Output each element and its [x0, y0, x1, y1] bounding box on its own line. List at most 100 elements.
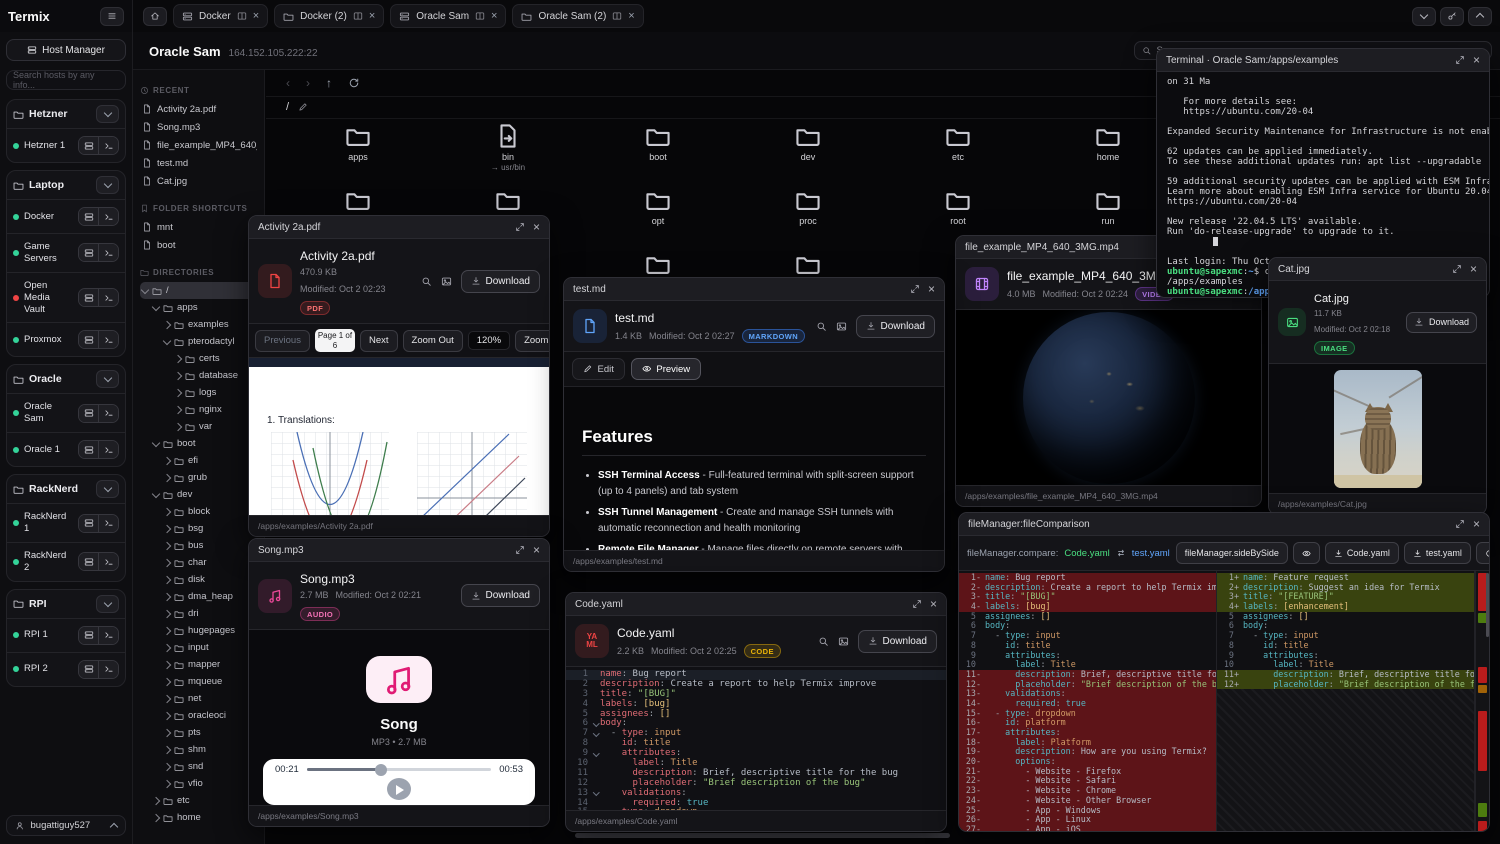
expand-icon[interactable]	[515, 545, 525, 555]
pdf-window-titlebar[interactable]: Activity 2a.pdf ×	[249, 216, 549, 239]
file-manager-button[interactable]	[79, 553, 98, 570]
tab-docker-2-[interactable]: Docker (2)×	[274, 4, 384, 28]
nav-up-button[interactable]: ↑	[326, 76, 332, 90]
expand-icon[interactable]	[515, 222, 525, 232]
tab-split-icon[interactable]	[475, 11, 485, 21]
nav-forward-button[interactable]: ›	[306, 76, 310, 90]
terminal-button[interactable]	[98, 244, 118, 261]
refresh-diff-button[interactable]	[1476, 542, 1490, 564]
tree-item-snd[interactable]: snd	[140, 758, 257, 775]
recent-file-item[interactable]: Activity 2a.pdf	[140, 100, 257, 118]
pdf-next-button[interactable]: Next	[360, 330, 398, 352]
file-manager-button[interactable]	[79, 441, 98, 458]
close-icon[interactable]: ×	[1473, 518, 1480, 530]
file-grid-item-apps[interactable]: apps	[283, 118, 433, 182]
terminal-button[interactable]	[98, 441, 118, 458]
pdf-thumbnail-icon[interactable]	[441, 276, 452, 287]
group-collapse-button[interactable]	[96, 176, 119, 194]
host-item-docker[interactable]: Docker	[7, 199, 125, 233]
terminal-button[interactable]	[98, 208, 118, 225]
close-icon[interactable]: ×	[1470, 263, 1477, 275]
tab-close-icon[interactable]: ×	[253, 11, 259, 22]
seek-thumb[interactable]	[375, 764, 387, 776]
tree-item-hugepages[interactable]: hugepages	[140, 622, 257, 639]
close-icon[interactable]: ×	[930, 598, 937, 610]
nav-back-button[interactable]: ‹	[286, 76, 290, 90]
group-collapse-button[interactable]	[96, 480, 119, 498]
tree-item-net[interactable]: net	[140, 690, 257, 707]
tab-oracle-sam-2-[interactable]: Oracle Sam (2)×	[512, 4, 643, 28]
recent-file-item[interactable]: Song.mp3	[140, 118, 257, 136]
tree-item-bsg[interactable]: bsg	[140, 520, 257, 537]
host-item-open-media-vault[interactable]: Open Media Vault	[7, 272, 125, 323]
tab-close-icon[interactable]: ×	[369, 11, 375, 22]
tree-item-input[interactable]: input	[140, 639, 257, 656]
file-manager-button[interactable]	[79, 405, 98, 422]
tree-item-dma-heap[interactable]: dma_heap	[140, 588, 257, 605]
swap-files-icon[interactable]	[1116, 548, 1126, 558]
host-item-rpi-1[interactable]: RPI 1	[7, 618, 125, 652]
refresh-button[interactable]	[348, 77, 360, 89]
diff-left-pane[interactable]: 1-name: Bug report2-description: Create …	[959, 571, 1217, 831]
tree-item-nginx[interactable]: nginx	[140, 401, 257, 418]
code-preview-icon[interactable]	[838, 636, 849, 647]
tab-split-icon[interactable]	[353, 11, 363, 21]
code-window-titlebar[interactable]: Code.yaml ×	[566, 593, 946, 616]
tree-item-oracleoci[interactable]: oracleoci	[140, 707, 257, 724]
edit-path-icon[interactable]	[298, 102, 308, 112]
md-search-icon[interactable]	[816, 321, 827, 332]
image-download-button[interactable]: Download	[1406, 312, 1477, 333]
terminal-button[interactable]	[98, 289, 118, 306]
compare-left-file[interactable]: Code.yaml	[1064, 548, 1109, 559]
horizontal-scrollbar[interactable]	[575, 833, 950, 838]
pdf-download-button[interactable]: Download	[461, 270, 540, 293]
file-manager-button[interactable]	[79, 331, 98, 348]
folder-shortcut-item[interactable]: boot	[140, 236, 257, 254]
close-icon[interactable]: ×	[533, 544, 540, 556]
code-download-button[interactable]: Download	[858, 630, 937, 653]
md-preview-icon[interactable]	[836, 321, 847, 332]
terminal-button[interactable]	[98, 137, 118, 154]
host-manager-button[interactable]: Host Manager	[6, 39, 126, 61]
expand-icon[interactable]	[910, 284, 920, 294]
terminal-button[interactable]	[98, 661, 118, 678]
tab-oracle-sam[interactable]: Oracle Sam×	[390, 4, 506, 28]
tree-item-mqueue[interactable]: mqueue	[140, 673, 257, 690]
tree-item-bus[interactable]: bus	[140, 537, 257, 554]
code-search-icon[interactable]	[818, 636, 829, 647]
recent-file-item[interactable]: test.md	[140, 154, 257, 172]
expand-icon[interactable]	[1455, 55, 1465, 65]
tab-split-icon[interactable]	[237, 11, 247, 21]
tree-item-mapper[interactable]: mapper	[140, 656, 257, 673]
pdf-previous-button[interactable]: Previous	[255, 330, 310, 352]
tree-item-block[interactable]: block	[140, 503, 257, 520]
recent-file-item[interactable]: Cat.jpg	[140, 172, 257, 190]
audio-window-titlebar[interactable]: Song.mp3 ×	[249, 539, 549, 562]
md-preview-tab[interactable]: Preview	[631, 358, 701, 380]
file-grid-item-opt[interactable]: opt	[583, 182, 733, 246]
file-manager-button[interactable]	[79, 208, 98, 225]
pdf-zoom-out-button[interactable]: Zoom Out	[403, 330, 463, 352]
host-item-racknerd-1[interactable]: RackNerd 1	[7, 503, 125, 542]
group-collapse-button[interactable]	[96, 595, 119, 613]
group-collapse-button[interactable]	[96, 105, 119, 123]
file-grid-item-bin[interactable]: bin→ usr/bin	[433, 118, 583, 182]
host-group-header[interactable]: Oracle	[7, 365, 125, 393]
fold-icon[interactable]	[592, 753, 600, 756]
tree-item-dri[interactable]: dri	[140, 605, 257, 622]
recent-file-item[interactable]: file_example_MP4_640_3MG...	[140, 136, 257, 154]
file-grid-item-proc[interactable]: proc	[733, 182, 883, 246]
play-button[interactable]	[387, 778, 411, 800]
file-grid-item-dev[interactable]: dev	[733, 118, 883, 182]
tree-item-grub[interactable]: grub	[140, 469, 257, 486]
breadcrumb-path[interactable]: /	[286, 101, 289, 113]
host-item-proxmox[interactable]: Proxmox	[7, 322, 125, 356]
toggle-view-button[interactable]	[1293, 542, 1320, 564]
tree-item-etc[interactable]: etc	[140, 792, 257, 809]
tree-item-boot[interactable]: boot	[140, 435, 257, 452]
tree-item-char[interactable]: char	[140, 554, 257, 571]
tab-dropdown-button[interactable]	[1412, 7, 1436, 26]
terminal-titlebar[interactable]: Terminal · Oracle Sam:/apps/examples ×	[1157, 49, 1489, 72]
download-right-button[interactable]: test.yaml	[1404, 542, 1471, 564]
terminal-button[interactable]	[98, 553, 118, 570]
